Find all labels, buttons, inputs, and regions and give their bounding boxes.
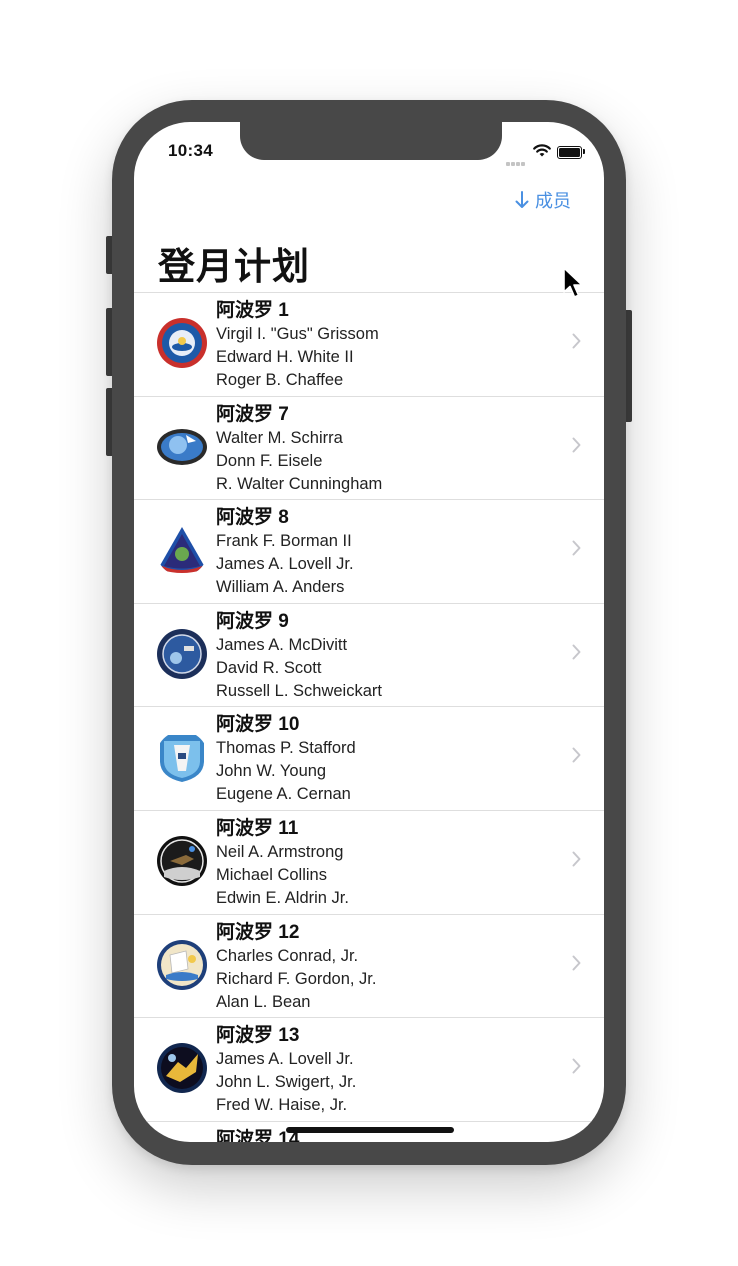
crew-member: Russell L. Schweickart (216, 681, 382, 700)
apollo-7-patch-icon (157, 428, 207, 465)
crew-member: Edwin E. Aldrin Jr. (216, 888, 349, 907)
sort-members-button[interactable]: 成员 (515, 186, 571, 214)
mission-title: 阿波罗 13 (216, 1025, 300, 1047)
crew-member: Fred W. Haise, Jr. (216, 1096, 348, 1115)
mission-row[interactable]: 阿波罗 8 Frank F. Borman II James A. Lovell… (134, 499, 604, 603)
crew-member: Eugene A. Cernan (216, 785, 351, 804)
crew-member: William A. Anders (216, 578, 345, 597)
crew-member: Neil A. Armstrong (216, 842, 344, 861)
mission-row[interactable]: 阿波罗 12 Charles Conrad, Jr. Richard F. Go… (134, 913, 604, 1018)
arrow-down-icon (515, 191, 529, 208)
crew-member: Frank F. Borman II (216, 532, 352, 551)
mission-list: 阿波罗 1 Virgil I. "Gus" Grissom Edward H. … (134, 292, 604, 1142)
chevron-right-icon (572, 437, 581, 453)
mission-row[interactable]: 阿波罗 1 Virgil I. "Gus" Grissom Edward H. … (134, 292, 604, 396)
apollo-1-patch-icon (157, 318, 207, 368)
crew-member: R. Walter Cunningham (216, 474, 383, 493)
mission-title: 阿波罗 11 (216, 817, 299, 839)
mission-title: 阿波罗 9 (216, 610, 289, 632)
chevron-right-icon (572, 955, 581, 971)
crew-member: Walter M. Schirra (216, 428, 343, 447)
crew-member: James A. Lovell Jr. (216, 555, 354, 574)
chevron-right-icon (572, 644, 581, 660)
chevron-right-icon (572, 747, 581, 763)
apollo-9-patch-icon (157, 628, 207, 679)
page-title: 登月计划 (158, 246, 310, 287)
mission-row[interactable]: 阿波罗 9 James A. McDivitt David R. Scott R… (134, 602, 604, 707)
apollo-8-patch-icon (158, 527, 206, 574)
crew-member: Edward H. White II (216, 348, 354, 366)
apollo-13-patch-icon (157, 1043, 207, 1094)
chevron-right-icon (572, 333, 581, 349)
crew-member: Donn F. Eisele (216, 451, 323, 470)
apollo-10-patch-icon (160, 735, 204, 783)
mission-row[interactable]: 阿波罗 11 Neil A. Armstrong Michael Collins… (134, 809, 604, 914)
notch (240, 122, 502, 160)
wifi-icon (533, 144, 551, 157)
mission-title: 阿波罗 1 (216, 300, 289, 321)
mission-title: 阿波罗 12 (216, 921, 300, 943)
crew-member: Alan L. Bean (216, 992, 311, 1011)
chevron-right-icon (572, 540, 581, 556)
mission-title: 阿波罗 8 (216, 507, 289, 529)
crew-member: David R. Scott (216, 658, 322, 677)
crew-member: Charles Conrad, Jr. (216, 946, 359, 965)
crew-member: Michael Collins (216, 865, 327, 884)
mission-title: 阿波罗 7 (216, 403, 289, 425)
mission-row[interactable]: 阿波罗 13 James A. Lovell Jr. John L. Swige… (134, 1017, 604, 1121)
mission-title: 阿波罗 10 (216, 714, 300, 736)
device-frame: 10:34 成员 登月计划 阿波罗 1 Virgil I. "Gus" Gris… (112, 100, 626, 1165)
apollo-12-patch-icon (157, 939, 207, 990)
chevron-right-icon (572, 851, 581, 867)
status-time: 10:34 (168, 141, 213, 160)
chevron-right-icon (572, 1058, 581, 1074)
mouse-cursor-icon (563, 267, 583, 298)
screen: 10:34 成员 登月计划 阿波罗 1 Virgil I. "Gus" Gris… (134, 122, 604, 1142)
crew-member: John W. Young (216, 762, 327, 781)
sort-members-label: 成员 (535, 191, 571, 211)
battery-icon (557, 146, 582, 159)
crew-member: James A. McDivitt (216, 635, 348, 654)
crew-member: Richard F. Gordon, Jr. (216, 969, 377, 988)
crew-member: Virgil I. "Gus" Grissom (216, 325, 379, 343)
battery-tip (583, 149, 585, 154)
home-indicator[interactable] (286, 1127, 454, 1133)
mission-row[interactable]: 阿波罗 7 Walter M. Schirra Donn F. Eisele R… (134, 395, 604, 500)
apollo-11-patch-icon (157, 835, 207, 886)
signal-icon (506, 153, 526, 171)
mission-row[interactable]: 阿波罗 10 Thomas P. Stafford John W. Young … (134, 706, 604, 810)
crew-member: John L. Swigert, Jr. (216, 1073, 357, 1092)
crew-member: Roger B. Chaffee (216, 371, 344, 389)
crew-member: James A. Lovell Jr. (216, 1050, 354, 1069)
crew-member: Thomas P. Stafford (216, 739, 356, 758)
